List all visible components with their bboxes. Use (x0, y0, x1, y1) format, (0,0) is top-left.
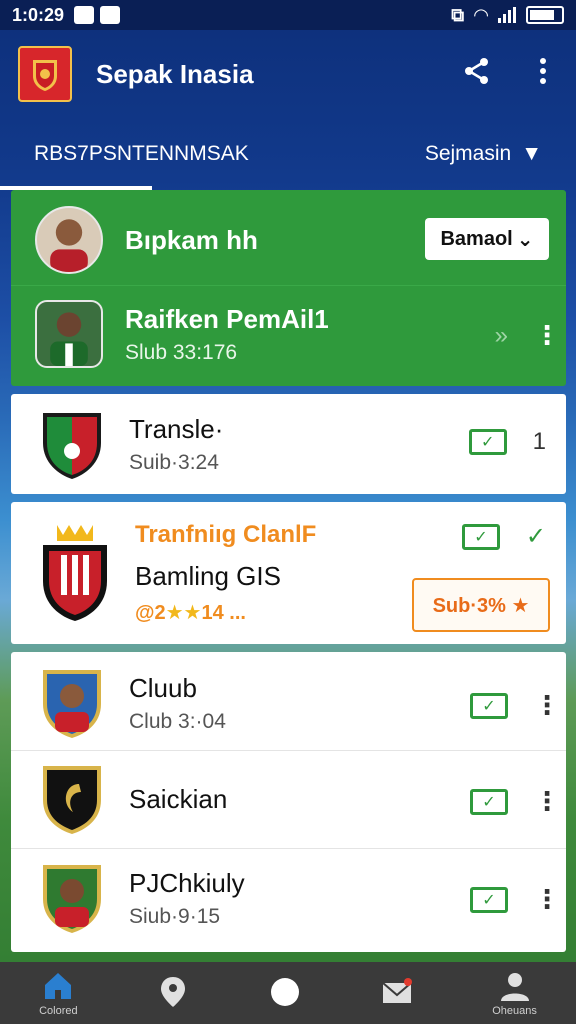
location-icon (160, 977, 185, 1007)
star-icon: ★★ (165, 602, 202, 624)
share-icon (465, 57, 488, 84)
notification-icon (74, 6, 95, 24)
signal-icon (498, 7, 516, 23)
ticket-check-icon[interactable]: ✓ (461, 523, 500, 550)
more-vert-icon (540, 57, 546, 84)
item-name: PJChkiuly (129, 867, 245, 898)
dropdown-label: Bamaol (440, 227, 513, 250)
sort-dropdown[interactable]: Sejmasin ▼ (425, 142, 542, 166)
featured-card[interactable]: Bıpkam hh Bamaol ⌄ Raifken PemAil1 Slub … (11, 190, 566, 386)
list-item[interactable]: Saickian ✓ ⋮ (11, 756, 566, 842)
item-name: Cluub (129, 672, 197, 703)
triangle-down-icon: ▼ (521, 142, 542, 165)
list-group: Cluub Club 3:·04 ✓ ⋮ Saickian ✓ ⋮ PJChki… (11, 652, 566, 952)
list-item[interactable]: Transle· Suib·3:24 ✓ 1 (11, 394, 566, 494)
app-logo (18, 46, 72, 102)
wifi-icon: ◠ (474, 4, 488, 25)
item-name: Raifken PemAil1 (125, 303, 329, 334)
more-vert-icon[interactable]: ⋮ (534, 884, 560, 915)
nav-mail[interactable] (380, 975, 414, 1011)
app-notification-icon (100, 6, 121, 24)
sub-badge[interactable]: Sub·3% ★ (412, 578, 550, 632)
list-item[interactable]: Tranfniıg ClanlF Bamling GIS @2★★14 ... … (11, 502, 566, 644)
player-avatar (35, 300, 103, 368)
status-bar: 1:0:29 ⧉ ◠ (0, 0, 576, 30)
list-item[interactable]: PJChkiuly Siub·9·15 ✓ ⋮ (11, 854, 566, 942)
tab-bar: RBS7PSNTENNMSAK Sejmasin ▼ (0, 118, 576, 190)
more-vert-icon[interactable]: ⋮ (534, 320, 560, 351)
ticket-check-icon[interactable]: ✓ (470, 788, 508, 815)
home-icon (45, 973, 72, 999)
club-crest-icon (43, 525, 107, 621)
vibrate-icon: ⧉ (451, 4, 465, 25)
check-icon[interactable]: ✓ (526, 522, 546, 551)
chevron-right-icon[interactable]: » (495, 322, 508, 350)
item-name: Transle· (129, 413, 224, 444)
featured-name: Bıpkam hh (125, 224, 258, 255)
club-crest-icon (43, 766, 101, 834)
more-vert-icon[interactable]: ⋮ (534, 690, 560, 721)
player-badge-icon (43, 865, 101, 933)
item-sub: Siub·9·15 (129, 904, 221, 928)
item-rating: @2★★14 ... (135, 602, 246, 624)
nav-center[interactable] (268, 975, 302, 1011)
profile-icon (500, 973, 529, 1001)
share-button[interactable] (462, 56, 492, 93)
item-sub: Suib·3:24 (129, 450, 219, 474)
mail-icon (382, 978, 413, 1003)
list-item[interactable]: Cluub Club 3:·04 ✓ ⋮ (11, 662, 566, 744)
status-time: 1:0:29 (12, 4, 65, 25)
overflow-menu-button[interactable] (528, 56, 558, 93)
item-count: 1 (532, 428, 546, 455)
ticket-check-icon[interactable]: ✓ (470, 886, 508, 913)
ticket-check-icon[interactable]: ✓ (470, 692, 508, 719)
item-sub: Slub 33:176 (125, 340, 238, 364)
featured-dropdown[interactable]: Bamaol ⌄ (425, 218, 549, 260)
app-title: Sepak Inasia (96, 58, 254, 89)
item-title: Tranfniıg ClanlF (135, 521, 317, 548)
more-vert-icon[interactable]: ⋮ (534, 786, 560, 817)
tab-main[interactable]: RBS7PSNTENNMSAK (34, 142, 249, 166)
player-avatar (35, 206, 103, 274)
nav-profile[interactable]: Oheuans (492, 969, 537, 1017)
nav-location[interactable] (156, 975, 190, 1011)
item-name: Bamling GIS (135, 561, 281, 591)
app-bar: Sepak Inasia (0, 30, 576, 118)
sort-label: Sejmasin (424, 142, 512, 165)
club-crest-icon (43, 413, 101, 479)
bottom-nav: Colored Oheuans (0, 962, 576, 1024)
list-item[interactable]: Raifken PemAil1 Slub 33:176 » ⋮ (11, 292, 566, 376)
nav-home[interactable]: Colored (39, 969, 78, 1017)
circle-icon (270, 978, 299, 1006)
chevron-down-icon: ⌄ (516, 228, 534, 251)
ticket-check-icon[interactable]: ✓ (468, 429, 507, 455)
battery-icon (526, 6, 564, 24)
item-name: Saickian (129, 783, 228, 814)
item-sub: Club 3:·04 (129, 709, 226, 733)
player-badge-icon (43, 670, 101, 738)
